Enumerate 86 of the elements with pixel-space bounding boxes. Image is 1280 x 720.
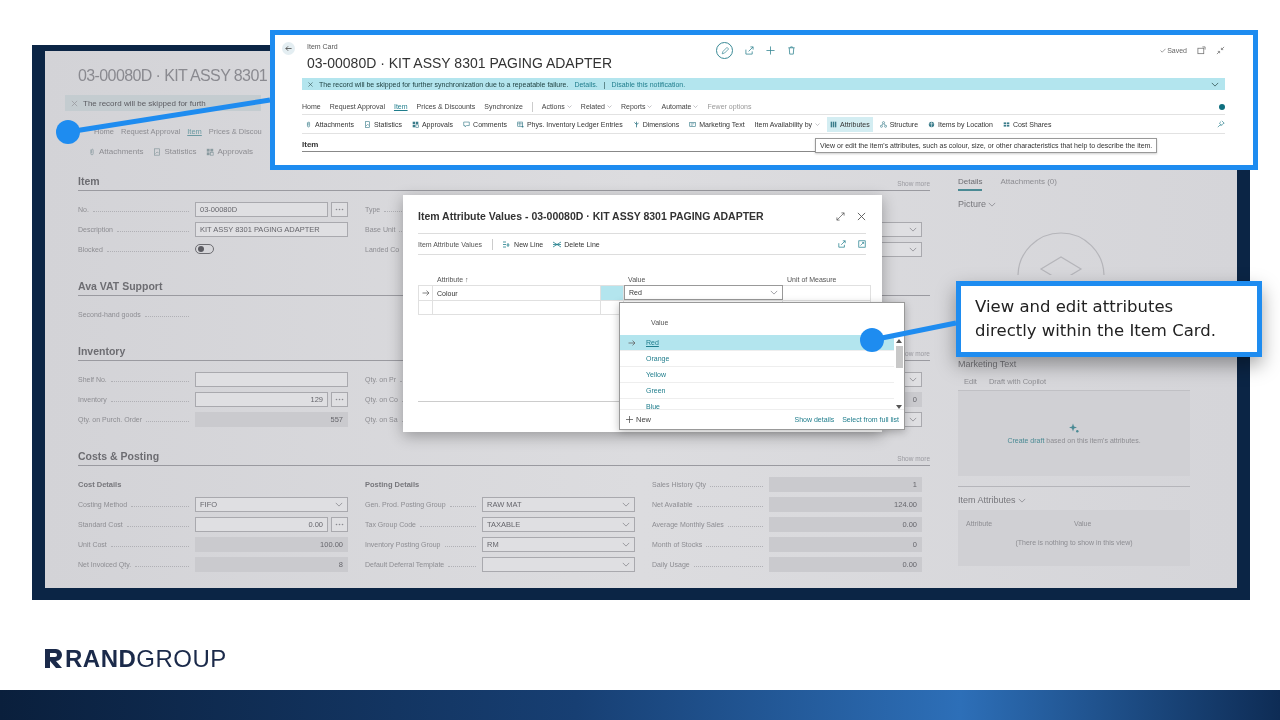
image-placeholder-icon — [1016, 231, 1106, 275]
delete-button[interactable] — [787, 46, 796, 55]
chevron-down-icon — [909, 226, 917, 232]
table-cell — [601, 285, 624, 300]
chevron-down-icon — [622, 521, 630, 527]
plus-icon — [626, 416, 633, 424]
dialog-title: Item Attribute Values - 03-00080D · KIT ASSY 8301 PAGING ADAPTER — [418, 210, 764, 222]
sparkle-icon — [1069, 423, 1079, 433]
text-field[interactable] — [195, 371, 348, 387]
section-title: Ava VAT Support — [78, 280, 163, 292]
status-dot — [1219, 103, 1225, 110]
expand-icon[interactable] — [858, 240, 866, 248]
factbox-heading: Picture — [958, 199, 986, 209]
row-marker-cell[interactable] — [418, 300, 433, 315]
logo-icon — [45, 649, 62, 668]
section-title: Inventory — [78, 345, 126, 357]
close-icon[interactable] — [308, 81, 313, 87]
chevron-down-icon — [988, 201, 996, 207]
new-button[interactable] — [766, 46, 775, 55]
document-icon — [153, 147, 162, 156]
globe-icon — [928, 120, 936, 128]
paperclip-icon — [305, 120, 312, 128]
arrow-right-icon — [628, 339, 636, 346]
speech-bubble-icon — [463, 120, 471, 128]
grid-icon — [411, 120, 419, 128]
paperclip-icon — [88, 147, 96, 156]
expand-icon[interactable] — [836, 211, 845, 221]
grid-icon — [1002, 120, 1010, 128]
table-icon — [516, 120, 524, 128]
collapse-button[interactable] — [1216, 46, 1225, 55]
arrow-right-icon — [421, 290, 430, 296]
chevron-down-icon — [606, 105, 612, 108]
logo-text: RANDGROUP — [65, 644, 227, 673]
share-icon — [745, 46, 754, 55]
chevron-down-icon — [647, 105, 653, 108]
scrollbar[interactable] — [895, 339, 903, 410]
callout-box: View and edit attributes directly within the Item Card. — [956, 281, 1262, 357]
checkmark-icon — [1160, 48, 1167, 53]
chevron-down-icon — [693, 105, 699, 108]
pin-icon[interactable] — [1217, 120, 1225, 128]
chevron-down-icon — [622, 561, 630, 567]
open-new-window-button[interactable] — [1197, 46, 1206, 55]
chevron-down-icon — [815, 122, 821, 126]
factbox-heading: Marketing Text — [958, 359, 1017, 369]
close-icon[interactable] — [857, 211, 866, 221]
section-title: Item — [78, 175, 100, 187]
back-button[interactable] — [282, 42, 295, 55]
window-icon — [1197, 46, 1206, 55]
section-title: Item — [302, 140, 319, 149]
new-line-icon — [503, 240, 512, 248]
page-title: 03-00080D · KIT ASSY 8301 — [78, 67, 267, 85]
chevron-down-icon — [622, 501, 630, 507]
share-icon[interactable] — [838, 240, 846, 248]
chevron-down-icon — [909, 376, 917, 382]
document-icon — [363, 120, 371, 128]
branch-icon — [632, 120, 640, 128]
back-arrow-icon — [285, 45, 292, 52]
chevron-down-icon — [909, 246, 917, 252]
scissors-icon — [553, 240, 562, 248]
share-button[interactable] — [745, 46, 754, 55]
document-icon — [689, 120, 697, 128]
trash-icon — [787, 46, 796, 55]
columns-icon — [830, 120, 838, 128]
dropdown-field[interactable] — [482, 556, 635, 572]
factbox-heading: Item Attributes — [958, 495, 1016, 505]
page-title: 03-00080D · KIT ASSY 8301 PAGING ADAPTER — [307, 55, 613, 71]
collapse-icon — [1216, 46, 1225, 55]
chevron-down-icon — [335, 501, 343, 507]
factbox-tab[interactable]: Details — [958, 177, 983, 191]
scroll-up-icon[interactable] — [896, 339, 902, 343]
lookup-button[interactable] — [331, 391, 348, 407]
chevron-down-icon — [622, 541, 630, 547]
grid-icon — [206, 147, 215, 156]
chevron-down-icon — [566, 105, 572, 108]
chevron-down-icon — [770, 290, 778, 295]
chevron-down-icon — [909, 416, 917, 422]
plus-icon — [766, 46, 775, 55]
row-marker-cell[interactable] — [418, 285, 433, 300]
hierarchy-icon — [879, 120, 887, 128]
lookup-button[interactable] — [331, 201, 348, 217]
lookup-button[interactable] — [331, 516, 348, 532]
chevron-down-icon — [1211, 81, 1219, 87]
pencil-icon — [720, 46, 729, 55]
chevron-down-icon — [1017, 497, 1026, 503]
notification-text: The record will be skipped for furth — [83, 98, 206, 108]
section-title: Costs & Posting — [78, 450, 160, 462]
